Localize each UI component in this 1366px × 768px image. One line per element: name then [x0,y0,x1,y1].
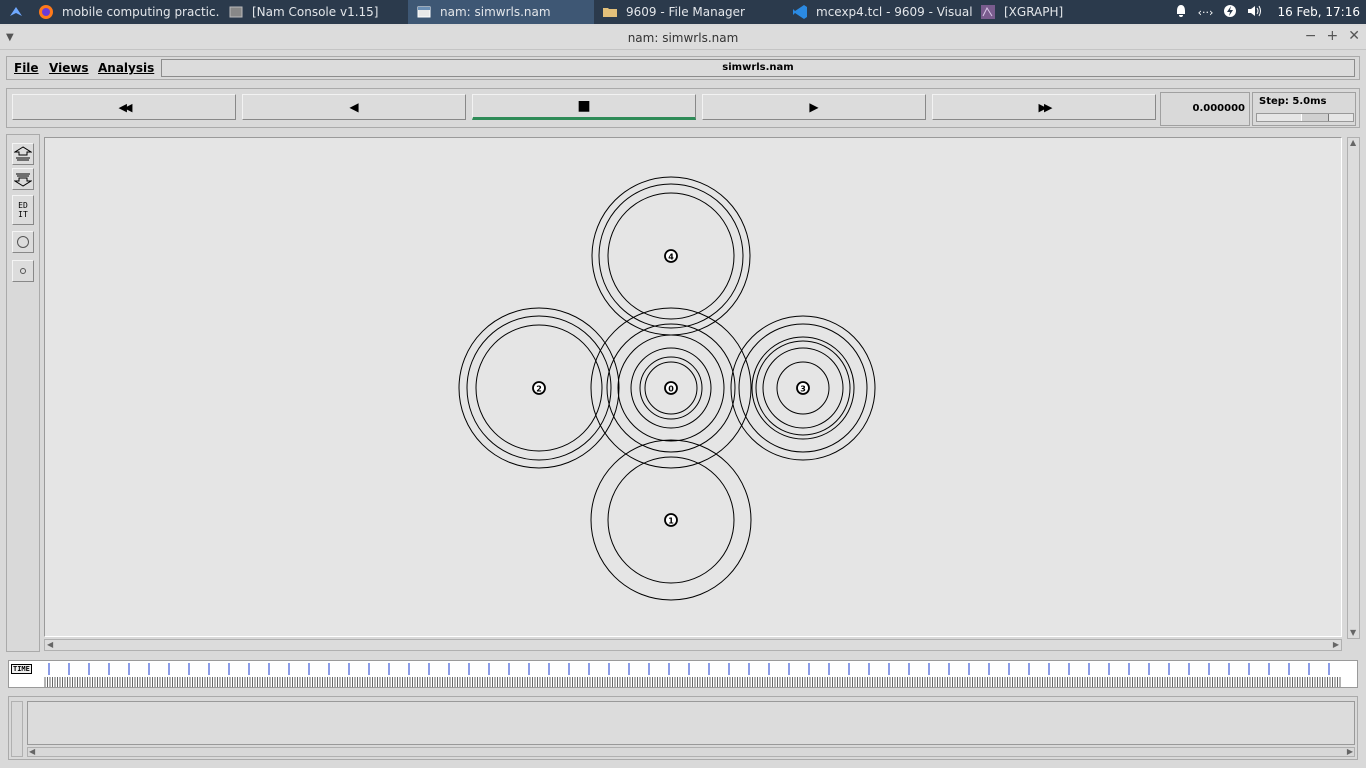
zoom-in-button[interactable] [12,143,34,165]
scroll-right-icon[interactable]: ▶ [1333,641,1339,649]
canvas-horizontal-scrollbar[interactable]: ◀ ▶ [44,639,1342,651]
task-file-manager[interactable]: 9609 - File Manager [594,0,784,24]
close-icon[interactable]: ✕ [1348,28,1360,44]
window-icon [416,4,432,20]
small-node-button[interactable] [12,260,34,282]
xgraph-icon [980,4,996,20]
node-3-label: 3 [800,385,806,394]
topology-svg: 4 2 0 3 1 [458,176,876,601]
node-1-label: 1 [668,517,674,526]
time-display: 0.000000 [1160,92,1250,126]
task-label: mobile computing practic... [62,5,220,19]
window-title: nam: simwrls.nam [627,30,739,45]
play-button[interactable]: ▶ [702,94,926,120]
firefox-icon [38,4,54,20]
task-label: nam: simwrls.nam [440,5,551,19]
annotation-scroll-left-icon[interactable]: ◀ [29,748,35,756]
volume-icon[interactable] [1247,4,1263,21]
large-node-button[interactable] [12,231,34,253]
scroll-up-icon[interactable]: ▲ [1350,139,1356,147]
timeline-slider[interactable]: TIME [8,660,1358,688]
zoom-out-button[interactable] [12,168,34,190]
task-label: 9609 - File Manager [626,5,745,19]
task-nam-console[interactable]: [Nam Console v1.15] [220,0,408,24]
back-icon: ◀ [349,100,359,114]
step-back-button[interactable]: ◀ [242,94,466,120]
zoom-out-icon [14,173,32,187]
node-4[interactable]: 4 [664,249,678,263]
annotation-horizontal-scrollbar[interactable]: ◀ ▶ [27,747,1355,757]
tool-panel: ED IT [6,134,40,652]
power-icon[interactable] [1223,4,1237,21]
scroll-left-icon[interactable]: ◀ [47,641,53,649]
task-label: [Nam Console v1.15] [252,5,379,19]
step-label: Step: 5.0ms [1259,96,1327,107]
app-menu-icon [8,4,24,20]
filename-display: simwrls.nam [161,59,1355,77]
edit-label: ED IT [18,201,28,219]
task-label: mcexp4.tcl - 9609 - Visual ... [816,5,972,19]
stop-button[interactable]: ■ [472,94,696,120]
step-slider-handle[interactable] [1301,114,1329,121]
fast-forward-icon: ▶▶ [1038,100,1053,114]
clock[interactable]: 16 Feb, 17:16 [1277,5,1360,19]
node-1[interactable]: 1 [664,513,678,527]
network-canvas[interactable]: 4 2 0 3 1 [44,137,1342,637]
step-slider[interactable] [1256,113,1354,122]
time-marker-label[interactable]: TIME [11,664,32,674]
network-icon[interactable]: ‹··› [1198,6,1214,19]
stop-icon: ■ [577,98,591,114]
maximize-icon[interactable]: + [1327,28,1339,44]
node-4-label: 4 [668,253,674,262]
node-3[interactable]: 3 [796,381,810,395]
annotation-panel: ◀ ▶ [8,696,1358,760]
annotation-text-area[interactable] [27,701,1355,745]
minimize-icon[interactable]: − [1305,28,1317,44]
node-0-label: 0 [668,385,674,394]
task-nam-simwrls[interactable]: nam: simwrls.nam [408,0,594,24]
window-icon [228,4,244,20]
scroll-down-icon[interactable]: ▼ [1350,629,1356,637]
menu-analysis[interactable]: Analysis [98,61,154,75]
playback-controls: ◀◀ ◀ ■ ▶ ▶▶ 0.000000 Step: 5.0ms [6,88,1360,128]
annotation-vertical-scrollbar[interactable] [11,701,23,757]
notification-bell-icon[interactable] [1174,4,1188,21]
taskbar: mobile computing practic... [Nam Console… [0,0,1366,24]
menu-views[interactable]: Views [49,61,89,75]
task-xgraph[interactable]: [XGRAPH] [972,0,1152,24]
annotation-scroll-right-icon[interactable]: ▶ [1347,748,1353,756]
menu-bar: File Views Analysis simwrls.nam [6,56,1360,80]
window-menu-icon[interactable]: ▼ [6,32,14,43]
node-0[interactable]: 0 [664,381,678,395]
circle-small-icon [20,268,26,274]
app-menu-button[interactable] [0,0,30,24]
canvas-vertical-scrollbar[interactable]: ▲ ▼ [1347,137,1360,639]
rewind-icon: ◀◀ [118,100,133,114]
menu-file[interactable]: File [14,61,39,75]
rewind-button[interactable]: ◀◀ [12,94,236,120]
timeline-ticks [44,663,1341,687]
window-titlebar[interactable]: ▼ nam: simwrls.nam − + ✕ [0,26,1366,50]
circle-large-icon [17,236,29,248]
fast-forward-button[interactable]: ▶▶ [932,94,1156,120]
step-control: Step: 5.0ms [1252,92,1356,126]
zoom-in-icon [14,146,32,161]
vscode-icon [792,4,808,20]
folder-icon [602,4,618,20]
task-vscode[interactable]: mcexp4.tcl - 9609 - Visual ... [784,0,972,24]
task-firefox[interactable]: mobile computing practic... [30,0,220,24]
node-2[interactable]: 2 [532,381,546,395]
task-label: [XGRAPH] [1004,5,1064,19]
node-2-label: 2 [536,385,542,394]
play-icon: ▶ [809,100,819,114]
edit-button[interactable]: ED IT [12,195,34,225]
system-tray: ‹··› 16 Feb, 17:16 [1174,0,1366,24]
window-controls: − + ✕ [1305,28,1360,44]
